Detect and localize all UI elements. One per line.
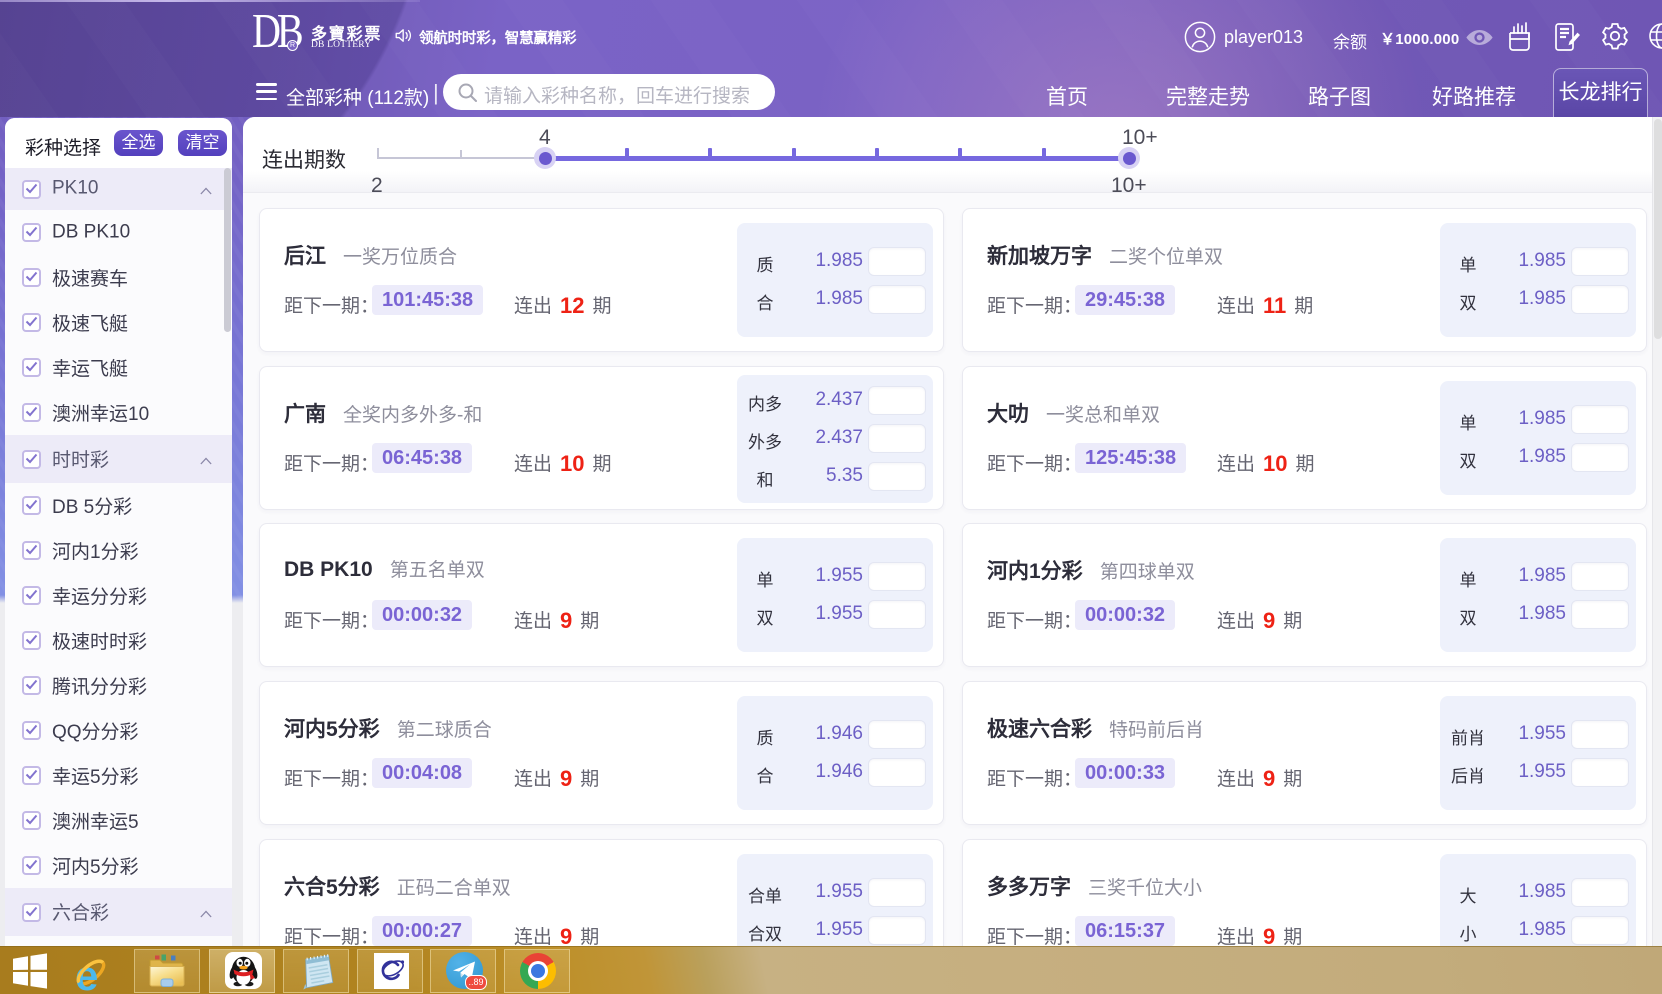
svg-text:e: e (75, 952, 98, 994)
